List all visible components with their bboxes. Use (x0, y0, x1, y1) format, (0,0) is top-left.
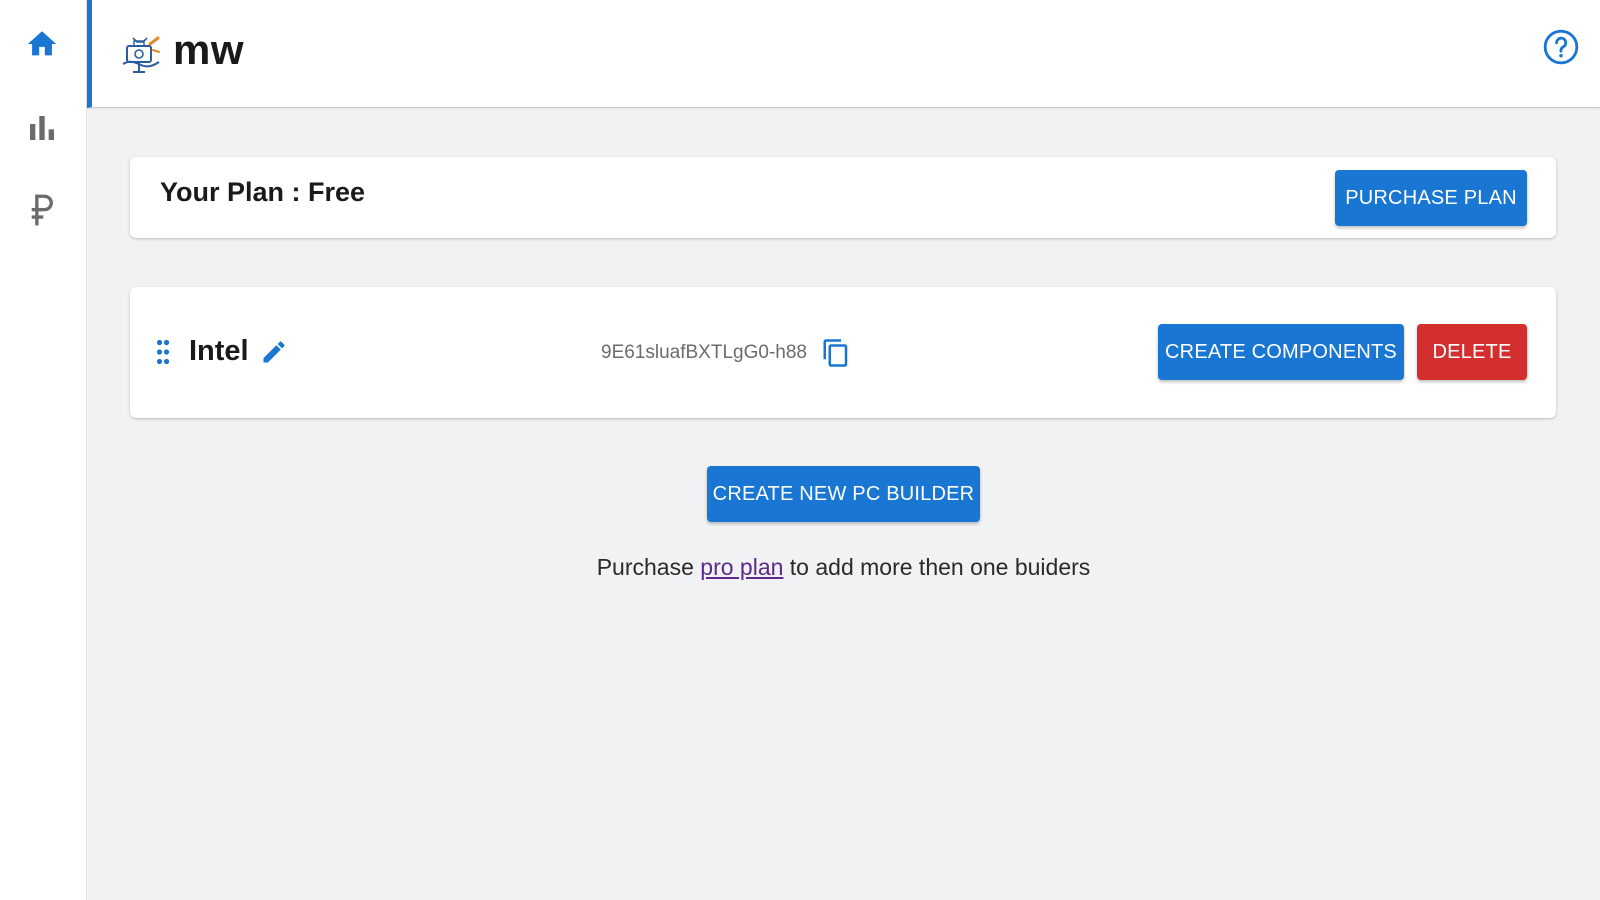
upsell-prefix: Purchase (596, 554, 701, 580)
edit-builder-name-button[interactable] (260, 338, 288, 366)
sidebar-item-home[interactable] (22, 24, 62, 64)
pro-plan-link[interactable]: pro plan (700, 554, 783, 580)
home-icon (27, 31, 57, 56)
help-button[interactable] (1542, 28, 1580, 66)
app-logo (119, 32, 163, 76)
create-new-pc-builder-button[interactable]: CREATE NEW PC BUILDER (707, 466, 980, 522)
pc-builder-logo-icon (122, 36, 160, 73)
drag-handle[interactable] (156, 339, 170, 365)
help-circle-icon (1543, 29, 1579, 65)
delete-builder-button[interactable]: DELETE (1417, 324, 1527, 380)
copy-icon (823, 339, 848, 367)
builder-name: Intel (189, 335, 249, 367)
sidebar-item-stats[interactable] (22, 108, 62, 148)
bar-chart-icon (30, 116, 54, 140)
app-title: mw (173, 26, 245, 73)
builder-id: 9E61sluafBXTLgG0-h88 (601, 342, 807, 363)
builder-card: Intel 9E61sluafBXTLgG0-h88 CREATE COMPON… (130, 287, 1556, 418)
sidebar-item-billing[interactable] (22, 190, 62, 230)
app-header: mw (87, 0, 1600, 108)
ruble-icon (31, 194, 53, 226)
purchase-plan-button[interactable]: PURCHASE PLAN (1335, 170, 1527, 226)
plan-title: Your Plan : Free (160, 177, 366, 207)
drag-handle-icon (156, 339, 170, 365)
pencil-icon (263, 341, 285, 363)
copy-id-button[interactable] (821, 337, 851, 369)
sidebar (0, 0, 87, 900)
upsell-message: Purchase pro plan to add more then one b… (0, 554, 1600, 581)
create-components-button[interactable]: CREATE COMPONENTS (1158, 324, 1404, 380)
upsell-suffix: to add more then one buiders (783, 554, 1091, 580)
plan-card: Your Plan : Free PURCHASE PLAN (130, 157, 1556, 238)
